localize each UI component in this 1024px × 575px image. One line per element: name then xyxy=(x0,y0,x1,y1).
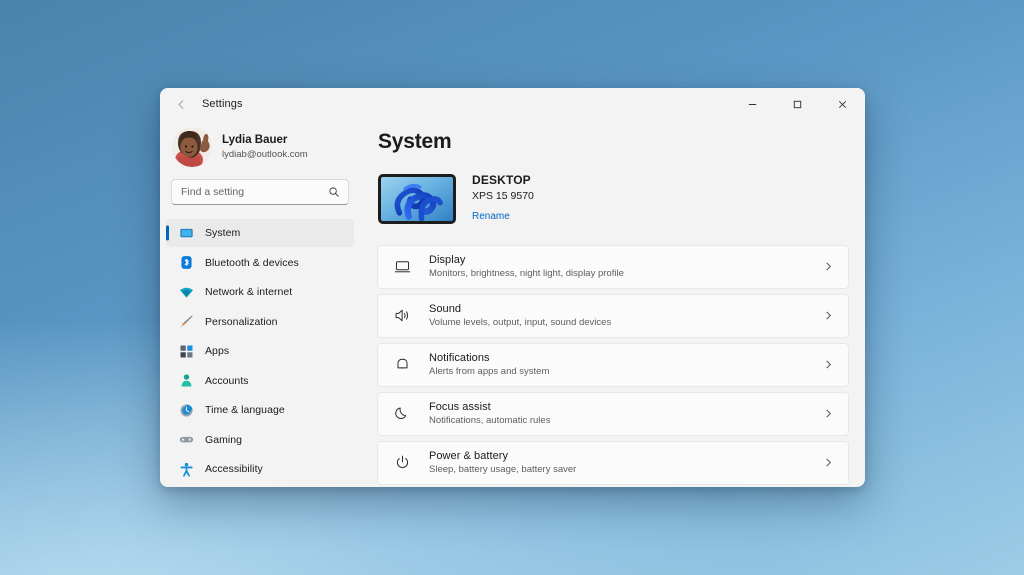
accessibility-person-icon xyxy=(178,461,194,477)
minimize-icon[interactable] xyxy=(730,88,775,120)
settings-card-power-battery[interactable]: Power & battery Sleep, battery usage, ba… xyxy=(377,441,849,485)
desktop-background: Settings xyxy=(0,0,1024,575)
settings-card-focus-assist[interactable]: Focus assist Notifications, automatic ru… xyxy=(377,392,849,436)
sidebar-item-accounts[interactable]: Accounts xyxy=(166,367,354,395)
bell-icon xyxy=(393,356,411,374)
globe-clock-icon xyxy=(178,402,194,418)
chevron-right-icon xyxy=(823,310,834,321)
page-title: System xyxy=(378,130,849,154)
person-icon xyxy=(178,373,194,389)
sidebar-item-label: Time & language xyxy=(205,404,285,416)
rename-link[interactable]: Rename xyxy=(472,210,510,223)
device-text: DESKTOP XPS 15 9570 Rename xyxy=(472,173,534,225)
settings-card-display[interactable]: Display Monitors, brightness, night ligh… xyxy=(377,245,849,289)
display-monitor-icon xyxy=(393,258,411,276)
account-text: Lydia Bauer lydiab@outlook.com xyxy=(222,133,308,160)
app-title: Settings xyxy=(202,98,243,110)
sidebar-item-network-internet[interactable]: Network & internet xyxy=(166,278,354,306)
apps-grid-icon xyxy=(178,343,194,359)
window-controls xyxy=(730,88,865,120)
account-email: lydiab@outlook.com xyxy=(222,149,308,161)
settings-card-notifications[interactable]: Notifications Alerts from apps and syste… xyxy=(377,343,849,387)
card-text: Display Monitors, brightness, night ligh… xyxy=(429,253,823,281)
settings-window: Settings xyxy=(160,88,865,487)
power-icon xyxy=(393,454,411,472)
sidebar-item-personalization[interactable]: Personalization xyxy=(166,308,354,336)
sidebar-item-label: Network & internet xyxy=(205,286,292,298)
sidebar-item-gaming[interactable]: Gaming xyxy=(166,426,354,454)
sidebar-item-bluetooth-devices[interactable]: Bluetooth & devices xyxy=(166,249,354,277)
card-title: Power & battery xyxy=(429,449,823,463)
sidebar-item-label: Gaming xyxy=(205,434,242,446)
window-titlebar: Settings xyxy=(160,88,865,120)
card-title: Display xyxy=(429,253,823,267)
maximize-icon[interactable] xyxy=(775,88,820,120)
card-text: Sound Volume levels, output, input, soun… xyxy=(429,302,823,330)
device-name: DESKTOP xyxy=(472,173,534,189)
chevron-right-icon xyxy=(823,408,834,419)
sidebar-item-apps[interactable]: Apps xyxy=(166,337,354,365)
card-subtitle: Sleep, battery usage, battery saver xyxy=(429,464,823,476)
bluetooth-icon xyxy=(178,255,194,271)
device-header: DESKTOP XPS 15 9570 Rename xyxy=(378,173,849,225)
speaker-icon xyxy=(393,307,411,325)
device-model: XPS 15 9570 xyxy=(472,190,534,204)
card-text: Notifications Alerts from apps and syste… xyxy=(429,351,823,379)
paintbrush-icon xyxy=(178,314,194,330)
sidebar-item-label: Accessibility xyxy=(205,463,263,475)
wifi-icon xyxy=(178,284,194,300)
sidebar: Lydia Bauer lydiab@outlook.com xyxy=(160,120,360,487)
sidebar-item-label: Apps xyxy=(205,345,229,357)
sidebar-item-label: Accounts xyxy=(205,375,249,387)
card-title: Focus assist xyxy=(429,400,823,414)
sidebar-item-label: System xyxy=(205,227,240,239)
search-input[interactable] xyxy=(172,186,348,198)
user-avatar xyxy=(172,127,212,167)
account-name: Lydia Bauer xyxy=(222,133,308,147)
chevron-right-icon xyxy=(823,457,834,468)
search-icon xyxy=(328,186,340,198)
card-title: Notifications xyxy=(429,351,823,365)
settings-card-list: Display Monitors, brightness, night ligh… xyxy=(377,245,849,485)
close-icon[interactable] xyxy=(820,88,865,120)
crescent-moon-icon xyxy=(393,405,411,423)
sidebar-nav: System Bluetooth & devices xyxy=(165,219,355,483)
sidebar-item-accessibility[interactable]: Accessibility xyxy=(166,455,354,483)
card-text: Power & battery Sleep, battery usage, ba… xyxy=(429,449,823,477)
settings-card-sound[interactable]: Sound Volume levels, output, input, soun… xyxy=(377,294,849,338)
window-body: Lydia Bauer lydiab@outlook.com xyxy=(160,120,865,487)
card-title: Sound xyxy=(429,302,823,316)
windows-bloom-wallpaper xyxy=(378,174,456,224)
sidebar-item-system[interactable]: System xyxy=(166,219,354,247)
sidebar-item-label: Bluetooth & devices xyxy=(205,257,299,269)
chevron-right-icon xyxy=(823,359,834,370)
card-subtitle: Notifications, automatic rules xyxy=(429,415,823,427)
main-content: System xyxy=(360,120,865,487)
card-subtitle: Alerts from apps and system xyxy=(429,366,823,378)
sidebar-item-time-language[interactable]: Time & language xyxy=(166,396,354,424)
card-text: Focus assist Notifications, automatic ru… xyxy=(429,400,823,428)
search-box[interactable] xyxy=(171,179,349,205)
chevron-right-icon xyxy=(823,261,834,272)
back-arrow-icon[interactable] xyxy=(166,90,196,118)
gamepad-icon xyxy=(178,432,194,448)
monitor-icon xyxy=(178,225,194,241)
card-subtitle: Monitors, brightness, night light, displ… xyxy=(429,268,823,280)
sidebar-item-label: Personalization xyxy=(205,316,278,328)
account-header[interactable]: Lydia Bauer lydiab@outlook.com xyxy=(165,120,355,177)
card-subtitle: Volume levels, output, input, sound devi… xyxy=(429,317,823,329)
